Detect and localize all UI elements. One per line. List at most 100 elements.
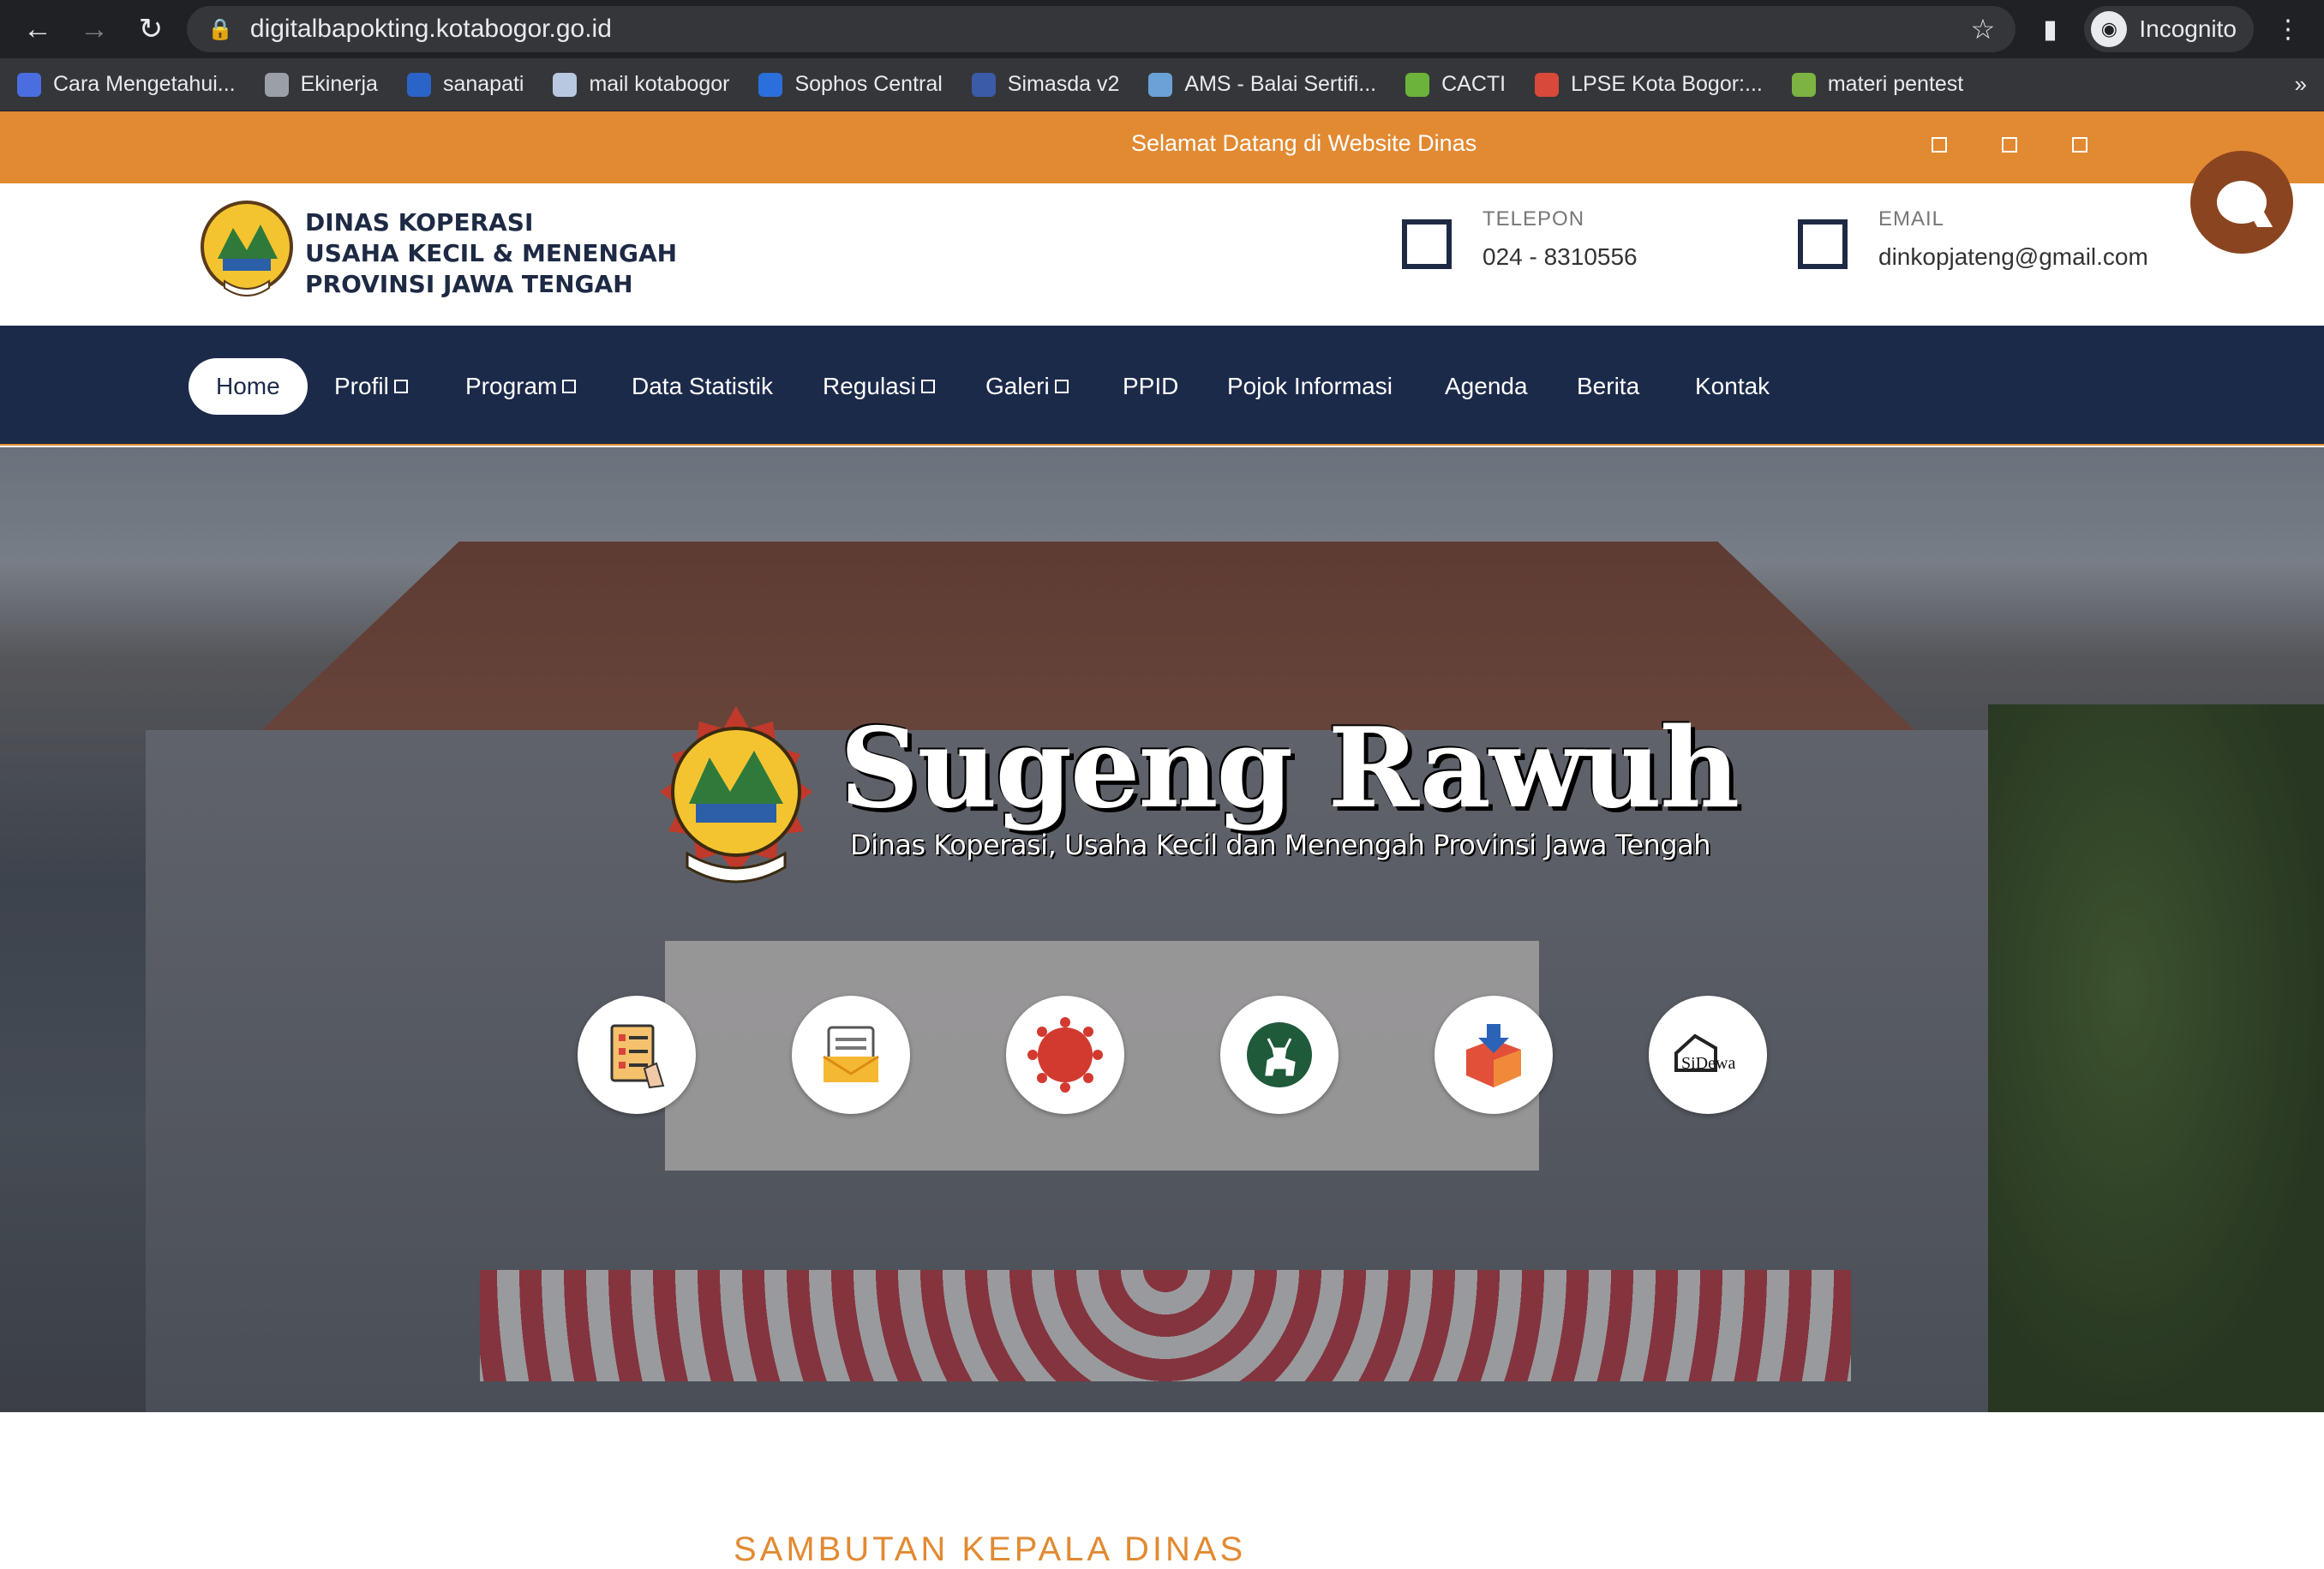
nav-label: Pojok Informasi bbox=[1227, 373, 1393, 399]
bookmark-favicon-icon bbox=[1148, 72, 1173, 97]
phone-contact: TELEPON 024 - 8310556 bbox=[1402, 207, 1638, 271]
service-link-download[interactable] bbox=[1435, 996, 1553, 1114]
bookmark-label: Ekinerja bbox=[300, 72, 378, 96]
reload-icon[interactable]: ↻ bbox=[130, 9, 171, 50]
bookmark-item[interactable]: Ekinerja bbox=[264, 72, 378, 97]
nav-label: Berita bbox=[1577, 373, 1640, 399]
side-panel-icon[interactable]: ▮ bbox=[2031, 15, 2069, 45]
org-name-line: PROVINSI JAWA TENGAH bbox=[305, 270, 633, 298]
social-icon[interactable] bbox=[2002, 137, 2017, 153]
bookmark-label: Simasda v2 bbox=[1007, 72, 1120, 96]
incognito-label: Incognito bbox=[2139, 15, 2237, 42]
email-value: dinkopjateng@gmail.com bbox=[1878, 243, 2148, 270]
nav-agenda[interactable]: Agenda bbox=[1445, 358, 1528, 415]
back-icon[interactable]: ← bbox=[17, 9, 58, 50]
bookmark-label: AMS - Balai Sertifi... bbox=[1184, 72, 1377, 96]
social-icon[interactable] bbox=[1932, 137, 1947, 153]
phone-value: 024 - 8310556 bbox=[1482, 243, 1638, 270]
nav-label: Profil bbox=[334, 373, 389, 399]
bookmark-label: Cara Mengetahui... bbox=[53, 72, 236, 96]
main-nav: Home Profil Program Data Statistik Regul… bbox=[0, 326, 2324, 446]
email-contact: EMAIL dinkopjateng@gmail.com bbox=[1798, 207, 2148, 271]
nav-label: Agenda bbox=[1445, 373, 1528, 399]
dropdown-icon bbox=[1054, 380, 1069, 393]
nav-berita[interactable]: Berita bbox=[1577, 358, 1639, 415]
bookmark-label: CACTI bbox=[1441, 72, 1506, 96]
service-link-notes[interactable] bbox=[792, 996, 910, 1114]
bookmark-favicon-icon bbox=[1791, 72, 1816, 97]
bookmark-favicon-icon bbox=[17, 72, 41, 97]
org-name-line: USAHA KECIL & MENENGAH bbox=[305, 239, 678, 267]
bookmark-favicon-icon bbox=[758, 72, 783, 97]
bookmark-label: materi pentest bbox=[1827, 72, 1964, 96]
dropdown-icon bbox=[562, 380, 577, 393]
hero-title: Sugeng Rawuh bbox=[840, 704, 1740, 833]
email-icon bbox=[1798, 219, 1848, 269]
chat-icon bbox=[2217, 181, 2267, 224]
org-name[interactable]: DINAS KOPERASI USAHA KECIL & MENENGAH PR… bbox=[305, 207, 677, 300]
social-icon[interactable] bbox=[2072, 137, 2087, 153]
dropdown-icon bbox=[393, 380, 408, 393]
url-text: digitalbapokting.kotabogor.go.id bbox=[249, 15, 612, 43]
nav-home[interactable]: Home bbox=[189, 358, 308, 415]
bookmark-favicon-icon bbox=[1535, 72, 1560, 97]
jateng-emblem-icon[interactable] bbox=[199, 199, 295, 303]
bookmark-item[interactable]: mail kotabogor bbox=[553, 72, 729, 97]
phone-icon bbox=[1402, 219, 1452, 269]
email-label: EMAIL bbox=[1878, 207, 1945, 231]
nav-data-statistik[interactable]: Data Statistik bbox=[632, 358, 773, 415]
browser-menu-icon[interactable]: ⋮ bbox=[2269, 15, 2307, 45]
bookmark-item[interactable]: Sophos Central bbox=[758, 72, 943, 97]
covid-virus-icon bbox=[1027, 1017, 1103, 1093]
sidewa-logo-icon: SiDewa bbox=[1674, 1033, 1735, 1073]
heading-start: SAMBUTAN bbox=[734, 1530, 949, 1568]
deer-emblem-icon bbox=[1247, 1022, 1312, 1087]
nav-label: Program bbox=[465, 373, 558, 399]
heading-accent: KEPALA DINAS bbox=[961, 1530, 1247, 1568]
forward-icon[interactable]: → bbox=[74, 9, 115, 50]
notepad-envelope-icon bbox=[823, 1026, 879, 1082]
bookmark-favicon-icon bbox=[264, 72, 289, 97]
hero-subtitle: Dinas Koperasi, Usaha Kecil dan Menengah… bbox=[850, 829, 1710, 861]
nav-label: Kontak bbox=[1695, 373, 1770, 399]
service-link-form[interactable] bbox=[578, 996, 696, 1114]
service-link-covid[interactable] bbox=[1006, 996, 1124, 1114]
bookmark-favicon-icon bbox=[553, 72, 578, 97]
bookmark-item[interactable]: LPSE Kota Bogor:... bbox=[1535, 72, 1763, 97]
nav-profil[interactable]: Profil bbox=[334, 358, 408, 415]
bookmark-label: sanapati bbox=[442, 72, 524, 96]
nav-kontak[interactable]: Kontak bbox=[1695, 358, 1770, 415]
more-bookmarks-icon[interactable]: » bbox=[2295, 71, 2307, 98]
nav-galeri[interactable]: Galeri bbox=[985, 358, 1069, 415]
hero-section: Sugeng Rawuh Dinas Koperasi, Usaha Kecil… bbox=[0, 447, 2324, 1412]
nav-ppid[interactable]: PPID bbox=[1123, 358, 1178, 415]
lock-icon: 🔒 bbox=[207, 17, 233, 41]
bookmark-favicon-icon bbox=[971, 72, 996, 97]
bookmark-label: mail kotabogor bbox=[589, 72, 730, 96]
nav-label: Galeri bbox=[985, 373, 1050, 399]
nav-label: Data Statistik bbox=[632, 373, 773, 399]
service-link-deer[interactable] bbox=[1220, 996, 1339, 1114]
bookmark-star-icon[interactable]: ☆ bbox=[1971, 13, 1996, 45]
form-checklist-icon bbox=[610, 1024, 665, 1089]
bookmark-label: LPSE Kota Bogor:... bbox=[1571, 72, 1763, 96]
bookmark-item[interactable]: Cara Mengetahui... bbox=[17, 72, 236, 97]
browser-toolbar: ← → ↻ 🔒 digitalbapokting.kotabogor.go.id… bbox=[0, 0, 2324, 58]
dropdown-icon bbox=[920, 380, 935, 393]
nav-label: Regulasi bbox=[823, 373, 916, 399]
nav-regulasi[interactable]: Regulasi bbox=[823, 358, 935, 415]
bookmark-item[interactable]: Simasda v2 bbox=[971, 72, 1120, 97]
address-bar[interactable]: 🔒 digitalbapokting.kotabogor.go.id ☆ bbox=[187, 6, 2016, 52]
content-section: SAMBUTAN KEPALA DINAS bbox=[0, 1412, 2324, 1568]
bookmark-item[interactable]: AMS - Balai Sertifi... bbox=[1148, 72, 1376, 97]
incognito-indicator[interactable]: ◉ Incognito bbox=[2084, 6, 2254, 52]
bookmark-item[interactable]: CACTI bbox=[1405, 72, 1506, 97]
nav-pojok-informasi[interactable]: Pojok Informasi bbox=[1227, 358, 1393, 415]
service-link-sidewa[interactable]: SiDewa bbox=[1649, 996, 1767, 1114]
chat-widget-button[interactable] bbox=[2190, 151, 2293, 254]
sidewa-label: SiDewa bbox=[1681, 1054, 1735, 1073]
bookmark-item[interactable]: materi pentest bbox=[1791, 72, 1964, 97]
nav-program[interactable]: Program bbox=[465, 358, 577, 415]
bookmark-item[interactable]: sanapati bbox=[406, 72, 524, 97]
welcome-message: Selamat Datang di Website Dinas bbox=[1131, 130, 1477, 156]
